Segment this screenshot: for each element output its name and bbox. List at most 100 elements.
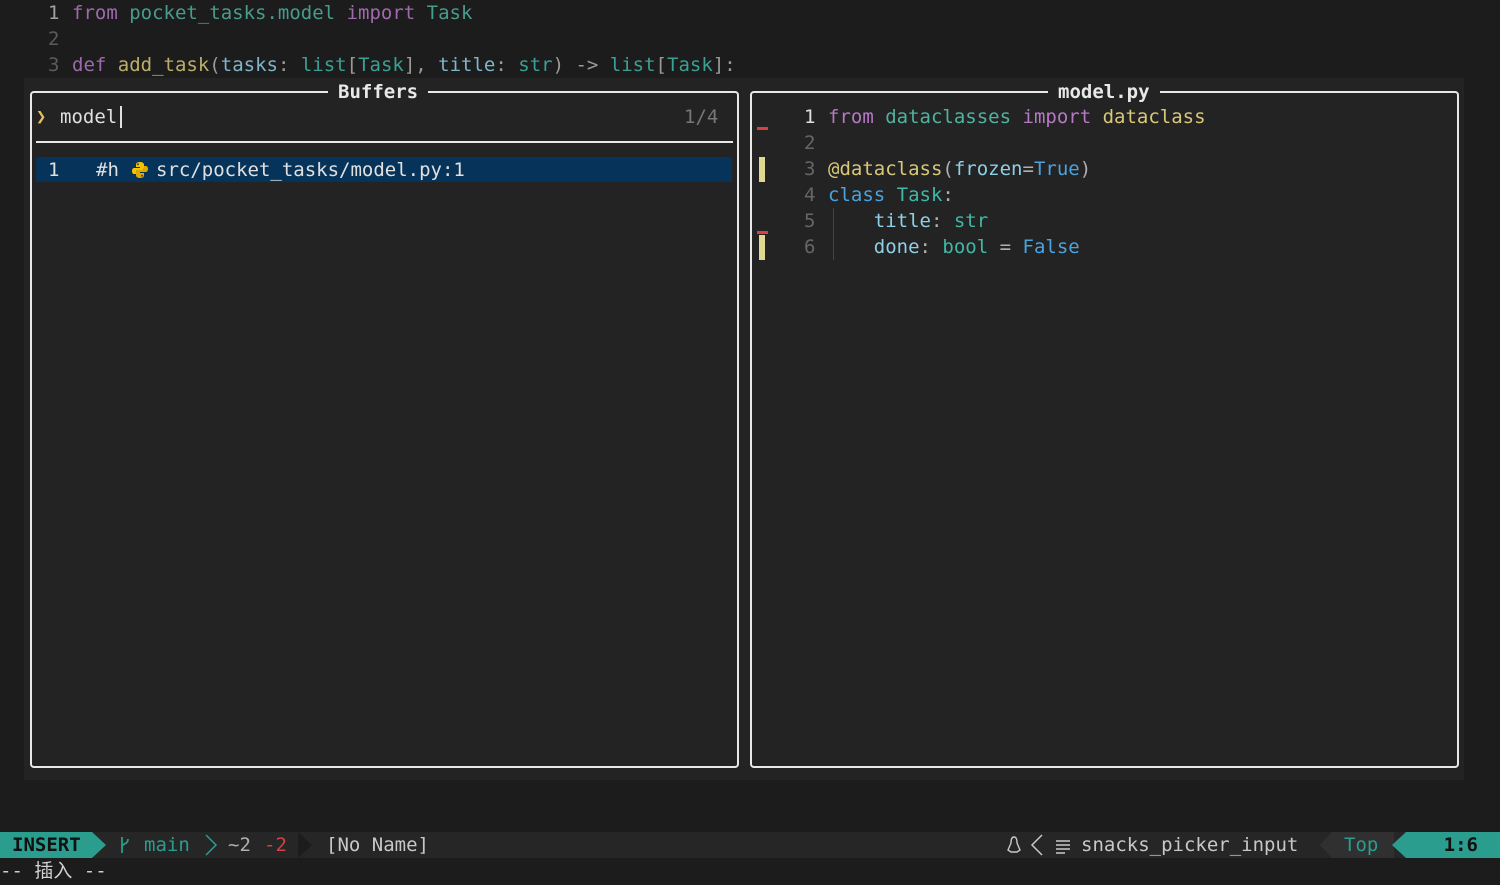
search-input[interactable]: model <box>60 104 117 130</box>
code-token: pocket_tasks.model <box>129 2 336 24</box>
input-divider <box>36 141 733 143</box>
text-cursor <box>120 106 122 128</box>
code-token: : <box>277 54 301 76</box>
command-line: -- 插入 -- <box>0 860 107 882</box>
line-number: 5 <box>804 210 816 232</box>
code-token: : <box>495 54 519 76</box>
code-token: import <box>346 2 416 24</box>
code-token: list <box>609 54 656 76</box>
branch-separator <box>205 834 218 856</box>
code-token: : <box>919 236 943 258</box>
code-line: @dataclass(frozen=True) <box>828 156 1091 182</box>
code-token: str <box>953 210 989 232</box>
code-line: done: bool = False <box>828 234 1080 260</box>
prompt-icon: ❯ <box>36 107 47 127</box>
code-token: import <box>1022 106 1092 128</box>
code-token: def <box>72 54 107 76</box>
code-line: from pocket_tasks.model import Task <box>72 0 472 26</box>
python-icon <box>131 161 149 179</box>
code-token: ( <box>209 54 221 76</box>
diff-added-sign <box>759 235 765 260</box>
code-token: from <box>72 2 118 24</box>
code-token: title <box>438 54 496 76</box>
result-count: 1/4 <box>684 106 719 128</box>
code-token: dataclass <box>1102 106 1206 128</box>
code-token: bool <box>942 236 989 258</box>
code-token: Task <box>358 54 404 76</box>
line-number: 1 <box>48 2 60 24</box>
code-token: = <box>988 236 1023 258</box>
diff-removed: -2 <box>264 834 287 856</box>
statusline: INSERT main ~2 -2 [No Name] snacks_picke… <box>0 832 1500 858</box>
diff-separator <box>298 832 312 858</box>
line-number: 3 <box>48 54 60 76</box>
result-row-selected[interactable]: 1 #h src/pocket_tasks/model.py:1 <box>36 157 732 182</box>
code-token: : <box>930 210 954 232</box>
linux-icon <box>1006 836 1022 859</box>
code-token: Task <box>896 184 943 206</box>
code-token: ) -> <box>552 54 610 76</box>
code-token: ]: <box>712 54 736 76</box>
line-number: 2 <box>48 28 60 50</box>
result-index: 1 <box>48 159 60 181</box>
code-token: title <box>873 210 931 232</box>
diff-removed-sign <box>757 127 768 130</box>
diff-removed-sign <box>757 231 768 234</box>
filetype: snacks_picker_input <box>1081 834 1299 856</box>
lines-icon <box>1055 838 1071 860</box>
code-token: from <box>828 106 874 128</box>
code-token: ], <box>403 54 439 76</box>
code-token: Task <box>426 2 473 24</box>
filename: [No Name] <box>326 834 429 856</box>
git-branch: main <box>144 834 190 856</box>
code-token: @dataclass <box>828 158 943 180</box>
code-line: from dataclasses import dataclass <box>828 104 1206 130</box>
code-token: ( <box>942 158 954 180</box>
cursor-position: 1:6 <box>1406 832 1500 858</box>
line-number: 4 <box>804 184 816 206</box>
code-token: False <box>1022 236 1080 258</box>
code-line: class Task: <box>828 182 954 208</box>
code-token: : <box>942 184 954 206</box>
code-token: class <box>828 184 886 206</box>
mode-indicator: INSERT <box>0 832 92 858</box>
buffers-panel: Buffers <box>30 79 739 768</box>
code-token: done <box>873 236 920 258</box>
buffers-panel-title: Buffers <box>328 79 429 105</box>
code-token: str <box>518 54 553 76</box>
line-number: 1 <box>804 106 816 128</box>
diff-added-sign <box>759 157 765 182</box>
code-token: list <box>300 54 347 76</box>
git-branch-icon <box>118 835 132 860</box>
line-number: 2 <box>804 132 816 154</box>
line-number: 3 <box>804 158 816 180</box>
code-token: ) <box>1079 158 1092 180</box>
result-flags: #h <box>96 159 119 181</box>
left-separator <box>1030 834 1043 856</box>
code-token: [ <box>346 54 359 76</box>
code-line: def add_task(tasks: list[Task], title: s… <box>72 52 736 78</box>
code-token: dataclasses <box>885 106 1012 128</box>
line-number: 6 <box>804 236 816 258</box>
code-token: = <box>1022 158 1034 180</box>
diff-changed: ~2 <box>228 834 251 856</box>
code-token: add_task <box>117 54 210 76</box>
code-token: frozen <box>953 158 1023 180</box>
result-path: src/pocket_tasks/model.py:1 <box>156 159 465 181</box>
code-token: Task <box>667 54 713 76</box>
preview-panel-title: model.py <box>1048 79 1160 105</box>
position-separator <box>1320 832 1332 858</box>
scroll-position: Top <box>1332 832 1394 858</box>
code-token: tasks <box>220 54 278 76</box>
code-token: [ <box>655 54 667 76</box>
cursor-separator <box>1392 832 1406 858</box>
